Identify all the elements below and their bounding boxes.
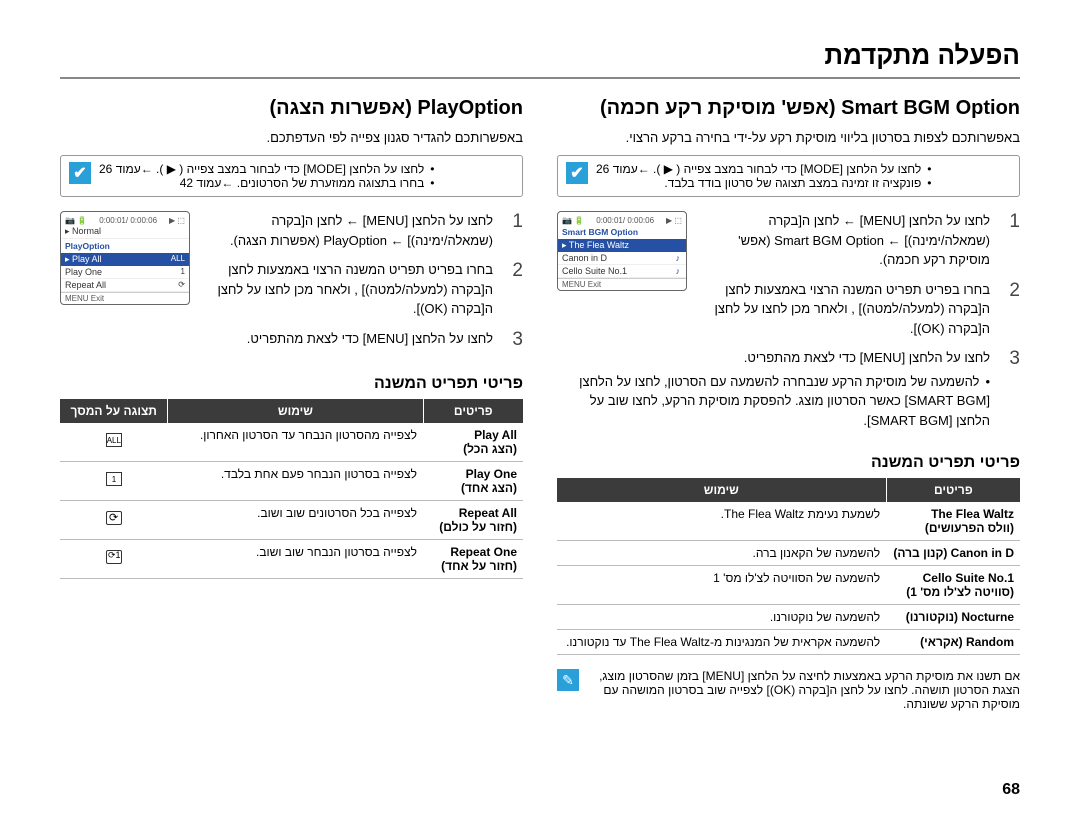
table-row: Canon in D (קנון ברה) להשמעה של הקאנון ב… xyxy=(557,541,1020,566)
th-use: שימוש xyxy=(168,399,423,423)
table-row: Nocturne (נוקטורנו) להשמעה של נוקטורנו. xyxy=(557,605,1020,630)
step-number: 1 xyxy=(505,211,523,233)
th-display: תצוגה על המסך xyxy=(60,399,168,423)
step-number: 2 xyxy=(505,260,523,282)
step-number: 3 xyxy=(1002,348,1020,370)
submenu-heading: פריטי תפריט המשנה xyxy=(557,454,1020,472)
table-row: Play One(הצג אחד) לצפייה בסרטון הנבחר פע… xyxy=(60,461,523,500)
section-playoption: PlayOption (אפשרות הצגה) באפשרותכם להגדי… xyxy=(60,97,523,711)
play-one-icon xyxy=(106,472,122,486)
smartbgm-screenshot: 📷 🔋0:00:01/ 0:00:06▶ ⬚ Smart BGM Option … xyxy=(557,211,687,291)
table-row: Repeat All(חזור על כולם) לצפייה בכל הסרט… xyxy=(60,500,523,539)
playoption-intro: באפשרותכם להגדיר סגנון צפייה לפי העדפתכם… xyxy=(60,130,523,145)
step-text: לחצו על הלחצן [MENU] כדי לצאת מהתפריט. ל… xyxy=(557,348,990,430)
step-number: 1 xyxy=(1002,211,1020,233)
repeat-one-icon xyxy=(106,550,122,564)
playoption-table: פריטים שימוש תצוגה על המסך Play All(הצג … xyxy=(60,399,523,579)
table-row: Random (אקראי) להשמעה אקראית של המנגינות… xyxy=(557,630,1020,655)
smartbgm-pencil-note: ✎ אם תשנו את מוסיקת הרקע באמצעות לחיצה ע… xyxy=(557,669,1020,711)
note-line: לחצו על הלחצן [MODE] כדי לבחור במצב צפיי… xyxy=(99,162,434,176)
section-smartbgm: Smart BGM Option (אפש' מוסיקת רקע חכמה) … xyxy=(557,97,1020,711)
repeat-all-icon xyxy=(106,511,122,525)
chapter-title: הפעלה מתקדמת xyxy=(60,40,1020,71)
step-text: לחצו על הלחצן [MENU] כדי לצאת מהתפריט. xyxy=(60,329,493,349)
step-text: לחצו על הלחצן [MENU] ← לחצן ה[בקרה (שמאל… xyxy=(200,211,493,250)
table-row: Repeat One(חזור על אחד) לצפייה בסרטון הנ… xyxy=(60,539,523,578)
note-line: לחצו על הלחצן [MODE] כדי לבחור במצב צפיי… xyxy=(596,162,931,176)
step-number: 3 xyxy=(505,329,523,351)
step-text: בחרו בפריט תפריט המשנה הרצוי באמצעות לחצ… xyxy=(200,260,493,319)
table-row: The Flea Waltz(וולס הפרעושים) לשמעת נעימ… xyxy=(557,502,1020,541)
th-use: שימוש xyxy=(557,478,886,502)
smartbgm-table: פריטים שימוש The Flea Waltz(וולס הפרעושי… xyxy=(557,478,1020,655)
submenu-heading: פריטי תפריט המשנה xyxy=(60,375,523,393)
step-text: בחרו בפריט תפריט המשנה הרצוי באמצעות לחצ… xyxy=(697,280,990,339)
play-all-icon xyxy=(106,433,122,447)
playoption-screenshot: 📷 🔋0:00:01/ 0:00:06▶ ⬚ ▸ Normal PlayOpti… xyxy=(60,211,190,305)
th-items: פריטים xyxy=(423,399,523,423)
table-row: Cello Suite No.1(סוויטה לצ'לו מס' 1) להש… xyxy=(557,566,1020,605)
divider xyxy=(60,77,1020,79)
check-icon: ✔ xyxy=(69,162,91,184)
smartbgm-note: ✔ לחצו על הלחצן [MODE] כדי לבחור במצב צפ… xyxy=(557,155,1020,197)
step-number: 2 xyxy=(1002,280,1020,302)
note-line: פונקציה זו זמינה במצב תצוגה של סרטון בוד… xyxy=(596,176,931,190)
page-number: 68 xyxy=(1002,781,1020,799)
pencil-icon: ✎ xyxy=(557,669,579,691)
check-icon: ✔ xyxy=(566,162,588,184)
smartbgm-heading: Smart BGM Option (אפש' מוסיקת רקע חכמה) xyxy=(557,97,1020,120)
th-items: פריטים xyxy=(886,478,1020,502)
smartbgm-intro: באפשרותכם לצפות בסרטון בליווי מוסיקת רקע… xyxy=(557,130,1020,145)
table-row: Play All(הצג הכל) לצפייה מהסרטון הנבחר ע… xyxy=(60,423,523,462)
playoption-note: ✔ לחצו על הלחצן [MODE] כדי לבחור במצב צפ… xyxy=(60,155,523,197)
step-text: לחצו על הלחצן [MENU] ← לחצן ה[בקרה (שמאל… xyxy=(697,211,990,270)
note-line: בחרו בתצוגה ממוזערת של הסרטונים. ←עמוד 4… xyxy=(99,176,434,190)
playoption-heading: PlayOption (אפשרות הצגה) xyxy=(60,97,523,120)
